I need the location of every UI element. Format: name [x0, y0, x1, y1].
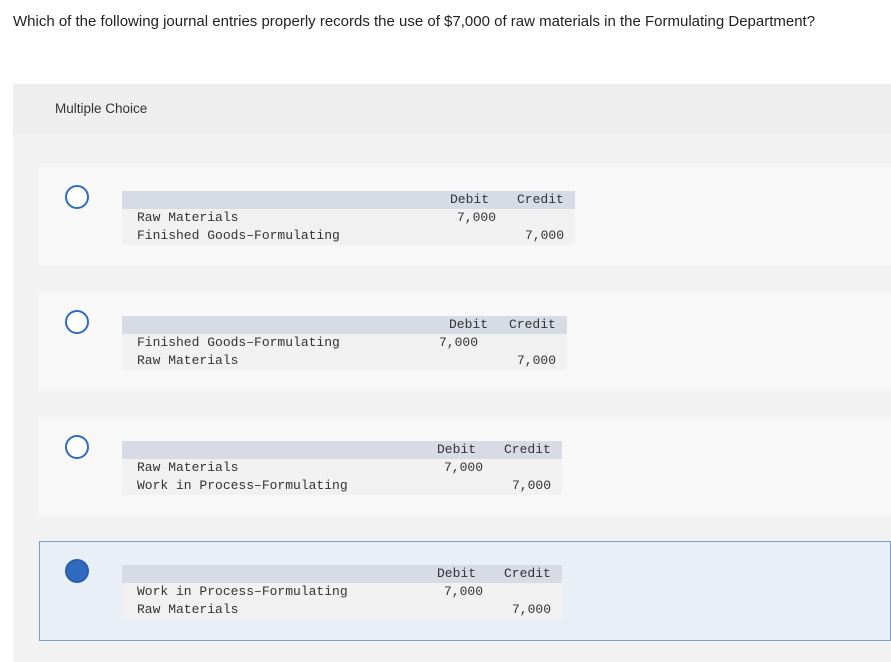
debit-amount: 7,000 — [444, 584, 484, 599]
account-name: Raw Materials — [137, 210, 239, 225]
debit-amount: 7,000 — [444, 460, 484, 475]
journal-header-bar — [122, 441, 562, 459]
multiple-choice-header: Multiple Choice — [13, 84, 891, 134]
question-text: Which of the following journal entries p… — [13, 13, 816, 30]
radio-button-unchecked[interactable] — [65, 435, 89, 459]
debit-amount: 7,000 — [439, 335, 479, 350]
credit-amount: 7,000 — [525, 228, 565, 243]
choice-option-4[interactable]: Debit Credit Work in Process–Formulating… — [39, 541, 891, 641]
credit-header: Credit — [504, 566, 551, 581]
debit-amount: 7,000 — [457, 210, 497, 225]
credit-amount: 7,000 — [512, 478, 552, 493]
radio-button-unchecked[interactable] — [65, 185, 89, 209]
account-name: Raw Materials — [137, 353, 239, 368]
credit-amount: 7,000 — [517, 353, 557, 368]
credit-header: Credit — [509, 317, 556, 332]
account-name: Work in Process–Formulating — [137, 478, 348, 493]
journal-header-bar — [122, 316, 567, 334]
radio-button-unchecked[interactable] — [65, 310, 89, 334]
account-name: Work in Process–Formulating — [137, 584, 348, 599]
account-name: Raw Materials — [137, 460, 239, 475]
debit-header: Debit — [450, 192, 490, 207]
account-name: Finished Goods–Formulating — [137, 228, 340, 243]
credit-amount: 7,000 — [512, 602, 552, 617]
account-name: Raw Materials — [137, 602, 239, 617]
debit-header: Debit — [449, 317, 489, 332]
journal-header-bar — [122, 191, 575, 209]
debit-header: Debit — [437, 442, 477, 457]
choice-option-1[interactable]: Debit Credit Raw Materials 7,000 Finishe… — [39, 167, 891, 266]
choice-option-3[interactable]: Debit Credit Raw Materials 7,000 Work in… — [39, 417, 891, 516]
credit-header: Credit — [517, 192, 564, 207]
multiple-choice-label: Multiple Choice — [55, 101, 148, 116]
journal-header-bar — [122, 565, 562, 583]
credit-header: Credit — [504, 442, 551, 457]
account-name: Finished Goods–Formulating — [137, 335, 340, 350]
debit-header: Debit — [437, 566, 477, 581]
radio-button-checked[interactable] — [65, 559, 89, 583]
choice-option-2[interactable]: Debit Credit Finished Goods–Formulating … — [39, 292, 891, 391]
